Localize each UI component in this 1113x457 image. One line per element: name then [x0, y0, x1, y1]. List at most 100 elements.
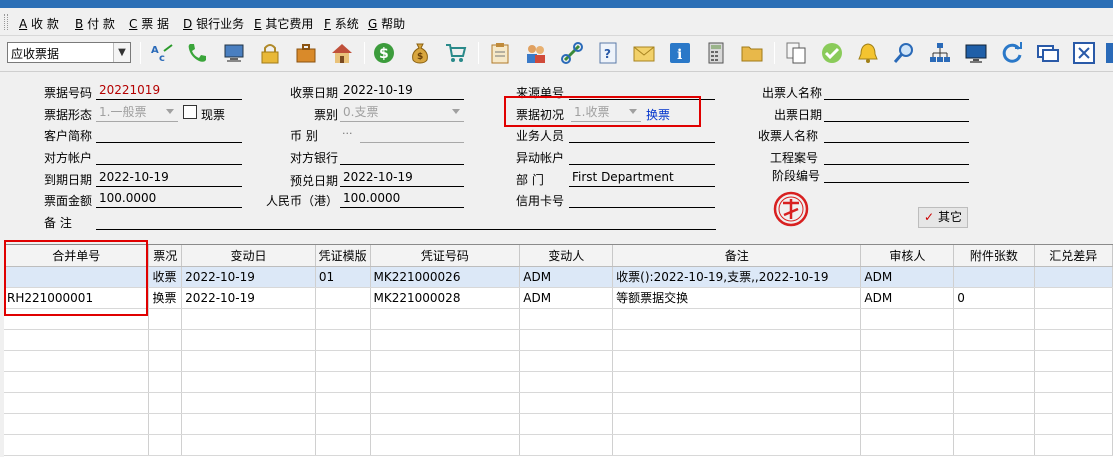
info-icon[interactable]: i — [668, 41, 692, 65]
stage-field[interactable] — [824, 165, 969, 183]
grid-header-row: 合并单号 票况 变动日 凭证模版 凭证号码 变动人 备注 审核人 附件张数 汇兑… — [4, 245, 1113, 267]
col-template[interactable]: 凭证模版 — [315, 245, 371, 267]
empty-cell — [148, 350, 183, 372]
empty-row[interactable] — [4, 392, 1113, 414]
clipboard-icon[interactable] — [488, 41, 512, 65]
menu-help[interactable]: G 帮助 — [368, 15, 405, 32]
merge-no-highlight — [4, 240, 148, 316]
drawer-field[interactable] — [824, 82, 969, 100]
amount-field[interactable]: 100.0000 — [96, 190, 242, 208]
close-icon[interactable] — [1072, 41, 1096, 65]
rmb-field[interactable]: 100.0000 — [340, 190, 464, 208]
monitor-icon[interactable] — [222, 41, 246, 65]
money-bag-icon[interactable]: $ — [408, 41, 432, 65]
col-voucher-no[interactable]: 凭证号码 — [370, 245, 521, 267]
display-icon[interactable] — [964, 41, 988, 65]
refresh-icon[interactable] — [1000, 41, 1024, 65]
col-change-date[interactable]: 变动日 — [181, 245, 316, 267]
other-button[interactable]: ✓ 其它 — [918, 207, 968, 228]
empty-row[interactable] — [4, 329, 1113, 351]
department-field[interactable]: First Department — [569, 169, 715, 187]
bill-type-selector[interactable]: 应收票据 ▼ — [7, 42, 131, 63]
empty-row[interactable] — [4, 413, 1113, 435]
empty-cell — [148, 371, 183, 393]
chevron-down-icon[interactable]: ▼ — [113, 43, 130, 62]
menu-other-fees[interactable]: E 其它费用 — [254, 15, 313, 32]
change-account-field[interactable] — [569, 147, 715, 165]
col-remark[interactable]: 备注 — [612, 245, 862, 267]
extra-icon[interactable] — [1104, 41, 1113, 65]
bill-form-select[interactable]: 1.一般票 — [96, 104, 178, 122]
calculator-icon[interactable] — [704, 41, 728, 65]
bank-label: 对方银行 — [290, 151, 339, 165]
bell-icon[interactable] — [856, 41, 880, 65]
empty-cell — [519, 371, 614, 393]
org-chart-icon[interactable] — [928, 41, 952, 65]
home-icon[interactable] — [330, 41, 354, 65]
empty-cell — [4, 434, 150, 456]
cash-checkbox[interactable] — [183, 105, 197, 119]
type-select[interactable]: 0.支票 — [340, 104, 464, 122]
bill-no-field[interactable]: 20221019 — [96, 82, 242, 100]
currency-field[interactable] — [360, 125, 464, 143]
shopping-cart-icon[interactable] — [444, 41, 468, 65]
link-icon[interactable] — [560, 41, 584, 65]
menu-bank[interactable]: D 银行业务 — [183, 15, 244, 32]
menu-payment[interactable]: B 付 款 — [75, 15, 115, 32]
empty-cell — [860, 434, 955, 456]
project-field[interactable] — [824, 147, 969, 165]
search-icon[interactable] — [892, 41, 916, 65]
phone-icon[interactable] — [185, 41, 209, 65]
draw-date-field[interactable] — [824, 104, 969, 122]
staff-field[interactable] — [569, 125, 715, 143]
payee-field[interactable] — [824, 125, 969, 143]
col-attachments[interactable]: 附件张数 — [953, 245, 1035, 267]
empty-rows — [4, 308, 1113, 456]
copy-icon[interactable] — [784, 41, 808, 65]
empty-cell — [519, 413, 614, 435]
menu-bills[interactable]: C 票 据 — [129, 15, 169, 32]
empty-cell — [4, 413, 150, 435]
table-row[interactable]: 收票 2022-10-19 01 MK221000026 ADM 收票():20… — [4, 266, 1113, 288]
expect-date-field[interactable]: 2022-10-19 — [340, 169, 464, 187]
empty-row[interactable] — [4, 434, 1113, 456]
remark-field[interactable] — [96, 212, 716, 230]
empty-cell — [315, 413, 371, 435]
briefcase-icon[interactable] — [294, 41, 318, 65]
card-field[interactable] — [569, 190, 715, 208]
col-changer[interactable]: 变动人 — [519, 245, 614, 267]
windows-icon[interactable] — [1036, 41, 1060, 65]
empty-cell — [181, 392, 316, 414]
cash-label: 现票 — [201, 108, 226, 122]
col-status[interactable]: 票况 — [148, 245, 183, 267]
empty-cell — [519, 308, 614, 330]
customer-field[interactable] — [96, 125, 242, 143]
table-row[interactable]: RH221000001 换票 2022-10-19 MK221000028 AD… — [4, 287, 1113, 309]
col-reviewer[interactable]: 审核人 — [860, 245, 955, 267]
lock-icon[interactable] — [258, 41, 282, 65]
menu-receipt[interactable]: A 收 款 — [19, 15, 59, 32]
users-icon[interactable] — [524, 41, 548, 65]
svg-text:$: $ — [417, 52, 423, 62]
col-exchange-diff[interactable]: 汇兑差异 — [1034, 245, 1113, 267]
expect-date-label: 预兑日期 — [290, 174, 339, 188]
abc-spell-icon[interactable]: Ac — [150, 41, 174, 65]
empty-row[interactable] — [4, 308, 1113, 330]
account-field[interactable] — [96, 147, 242, 165]
menu-system[interactable]: F 系统 — [324, 15, 359, 32]
check-circle-icon[interactable] — [820, 41, 844, 65]
empty-row[interactable] — [4, 350, 1113, 372]
mail-icon[interactable] — [632, 41, 656, 65]
help-icon[interactable]: ? — [596, 41, 620, 65]
bank-field[interactable] — [340, 147, 464, 165]
svg-text:c: c — [159, 53, 165, 64]
receive-date-field[interactable]: 2022-10-19 — [340, 82, 464, 100]
due-date-field[interactable]: 2022-10-19 — [96, 169, 242, 187]
folder-icon[interactable] — [740, 41, 764, 65]
empty-cell — [612, 392, 862, 414]
empty-row[interactable] — [4, 371, 1113, 393]
empty-cell — [860, 413, 955, 435]
empty-cell — [181, 350, 316, 372]
dollar-coin-icon[interactable]: $ — [372, 41, 396, 65]
more-dots-icon[interactable]: ··· — [342, 127, 353, 140]
